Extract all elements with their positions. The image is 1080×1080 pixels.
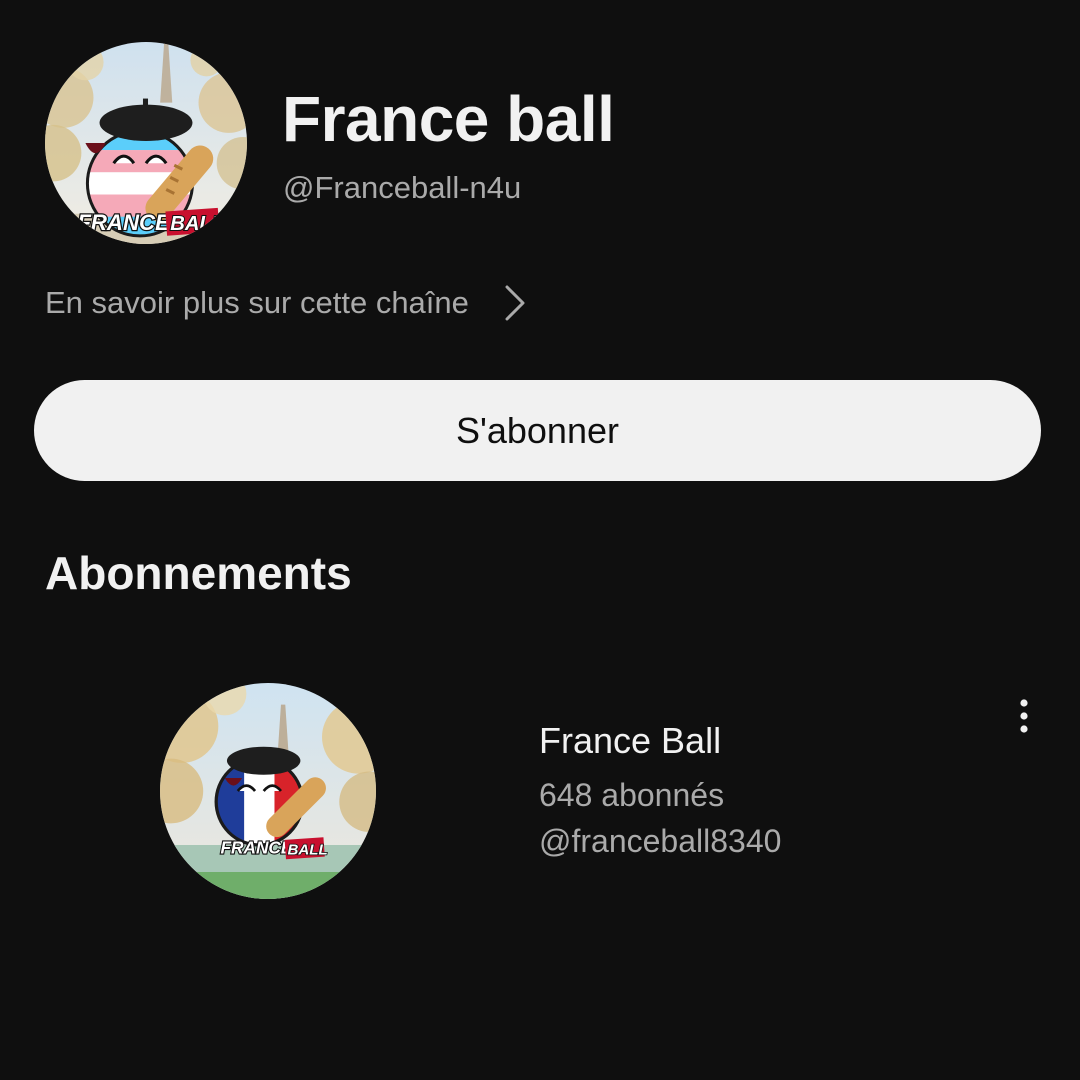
about-channel-link[interactable]: En savoir plus sur cette chaîne xyxy=(45,278,527,328)
subscription-channel-name: France Ball xyxy=(539,720,722,761)
channel-avatar[interactable]: FRANCE BALL xyxy=(45,42,247,244)
svg-text:BALL: BALL xyxy=(170,213,224,235)
svg-text:BALL: BALL xyxy=(287,842,327,859)
channel-page: FRANCE BALL France ball @Franceball-n4u … xyxy=(0,0,1080,1080)
channel-handle: @Franceball-n4u xyxy=(283,170,522,205)
subscriptions-section-title: Abonnements xyxy=(45,547,352,599)
svg-text:FRANCE: FRANCE xyxy=(220,838,292,858)
more-vert-icon xyxy=(1020,699,1028,733)
subscription-subscriber-count: 648 abonnés xyxy=(539,777,725,813)
subscription-list-item[interactable]: FRANCE BALL France Ball 648 abonnés @fra… xyxy=(0,660,1080,920)
more-options-button[interactable] xyxy=(1000,692,1048,740)
channel-title: France ball xyxy=(282,83,615,155)
franceball-french-flag-avatar-icon: FRANCE BALL xyxy=(160,683,376,899)
chevron-right-icon xyxy=(505,285,525,321)
svg-text:FRANCE: FRANCE xyxy=(77,210,171,235)
about-channel-link-label: En savoir plus sur cette chaîne xyxy=(45,285,469,320)
subscription-avatar[interactable]: FRANCE BALL xyxy=(160,683,376,899)
subscription-channel-handle: @franceball8340 xyxy=(539,823,782,859)
subscribe-button[interactable]: S'abonner xyxy=(34,380,1041,481)
franceball-trans-flag-avatar-icon: FRANCE BALL xyxy=(45,42,247,244)
